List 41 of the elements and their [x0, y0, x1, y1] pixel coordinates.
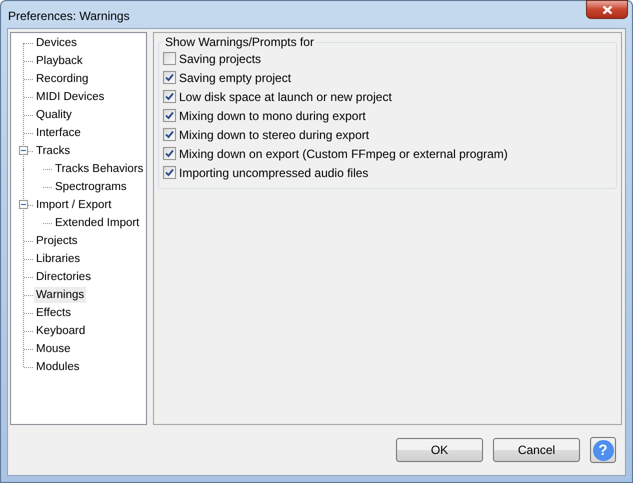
checkbox-label[interactable]: Mixing down to stereo during export — [179, 128, 370, 142]
checkbox[interactable] — [163, 109, 176, 122]
tree-item[interactable]: Quality — [34, 107, 74, 123]
tree-item[interactable]: Tracks — [34, 143, 72, 159]
tree-item[interactable]: Recording — [34, 71, 90, 87]
checkbox[interactable] — [163, 166, 176, 179]
tree-item[interactable]: Projects — [34, 233, 80, 249]
tree-item[interactable]: Playback — [34, 53, 85, 69]
checkbox[interactable] — [163, 71, 176, 84]
tree-item[interactable]: Warnings — [34, 287, 86, 303]
tree-item[interactable]: Keyboard — [34, 323, 88, 339]
tree-item[interactable]: Effects — [34, 305, 73, 321]
group-title: Show Warnings/Prompts for — [164, 35, 315, 49]
close-button[interactable] — [586, 0, 628, 19]
checkbox-label[interactable]: Low disk space at launch or new project — [179, 90, 392, 104]
window-title: Preferences: Warnings — [8, 9, 131, 23]
close-icon — [602, 4, 612, 14]
checkbox[interactable] — [163, 90, 176, 103]
tree-item[interactable]: Extended Import — [53, 215, 142, 231]
collapse-icon[interactable] — [19, 146, 28, 155]
tree-item[interactable]: Mouse — [34, 341, 73, 357]
checkbox-label[interactable]: Mixing down to mono during export — [179, 108, 366, 122]
checkbox[interactable] — [163, 147, 176, 160]
checkbox[interactable] — [163, 128, 176, 141]
checkbox-label[interactable]: Mixing down on export (Custom FFmpeg or external program) — [179, 146, 508, 160]
tree-item[interactable]: Spectrograms — [53, 179, 129, 195]
tree-item[interactable]: Libraries — [34, 251, 82, 267]
tree-item[interactable]: MIDI Devices — [34, 89, 106, 105]
collapse-icon[interactable] — [19, 200, 28, 209]
checkbox-label[interactable]: Importing uncompressed audio files — [179, 166, 368, 180]
tree-item[interactable]: Import / Export — [34, 197, 114, 213]
checkbox-label[interactable]: Saving empty project — [179, 70, 292, 84]
tree-item[interactable]: Directories — [34, 269, 93, 285]
checkbox-label[interactable]: Saving projects — [179, 52, 262, 66]
tree-item[interactable]: Devices — [34, 35, 79, 51]
dialog-button[interactable]: Cancel — [493, 438, 580, 462]
tree-item[interactable]: Tracks Behaviors — [53, 161, 146, 177]
dialog-button[interactable]: OK — [396, 438, 483, 462]
tree-item[interactable]: Interface — [34, 125, 83, 141]
checkbox[interactable] — [163, 52, 176, 65]
tree-item[interactable]: Modules — [34, 359, 82, 375]
